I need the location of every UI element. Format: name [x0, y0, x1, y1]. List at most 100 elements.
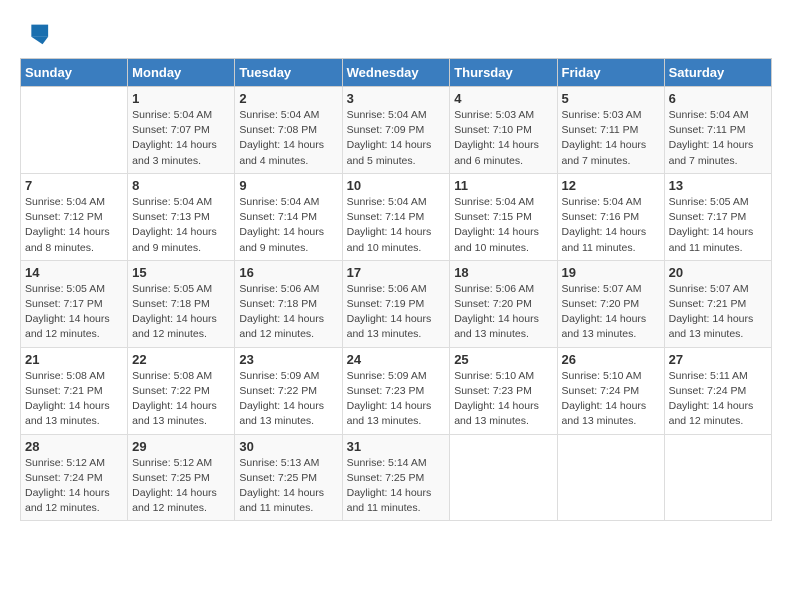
- calendar-header: SundayMondayTuesdayWednesdayThursdayFrid…: [21, 59, 772, 87]
- day-number: 18: [454, 265, 552, 280]
- calendar-cell: 13Sunrise: 5:05 AMSunset: 7:17 PMDayligh…: [664, 173, 771, 260]
- day-detail: Sunrise: 5:04 AMSunset: 7:08 PMDaylight:…: [239, 108, 337, 169]
- calendar-week-row: 14 Sunrise: 5:05 AMSunset: 7:17 PMDayligh…: [21, 260, 772, 347]
- day-detail: Sunrise: 5:04 AMSunset: 7:11 PMDaylight:…: [669, 108, 767, 169]
- day-number: 26: [562, 352, 660, 367]
- day-number: 7: [25, 178, 123, 193]
- logo: [20, 20, 50, 48]
- day-detail: Sunrise: 5:06 AMSunset: 7:18 PMDaylight:…: [239, 282, 337, 343]
- calendar-cell: 10 Sunrise: 5:04 AMSunset: 7:14 PMDayligh…: [342, 173, 450, 260]
- day-number: 29: [132, 439, 230, 454]
- day-detail: Sunrise: 5:07 AMSunset: 7:21 PMDaylight:…: [669, 282, 767, 343]
- day-number: 13: [669, 178, 767, 193]
- weekday-header: Wednesday: [342, 59, 450, 87]
- day-detail: Sunrise: 5:06 AMSunset: 7:19 PMDaylight:…: [347, 282, 446, 343]
- day-detail: Sunrise: 5:12 AMSunset: 7:25 PMDaylight:…: [132, 456, 230, 517]
- day-number: 2: [239, 91, 337, 106]
- day-detail: Sunrise: 5:13 AMSunset: 7:25 PMDaylight:…: [239, 456, 337, 517]
- day-detail: Sunrise: 5:06 AMSunset: 7:20 PMDaylight:…: [454, 282, 552, 343]
- day-number: 24: [347, 352, 446, 367]
- calendar-cell: 9 Sunrise: 5:04 AMSunset: 7:14 PMDaylight…: [235, 173, 342, 260]
- calendar-cell: 4Sunrise: 5:03 AMSunset: 7:10 PMDaylight…: [450, 87, 557, 174]
- calendar-cell: 18 Sunrise: 5:06 AMSunset: 7:20 PMDayligh…: [450, 260, 557, 347]
- calendar-cell: 30 Sunrise: 5:13 AMSunset: 7:25 PMDayligh…: [235, 434, 342, 521]
- calendar-week-row: 1 Sunrise: 5:04 AMSunset: 7:07 PMDaylight…: [21, 87, 772, 174]
- calendar-cell: 22 Sunrise: 5:08 AMSunset: 7:22 PMDayligh…: [128, 347, 235, 434]
- day-detail: Sunrise: 5:10 AMSunset: 7:23 PMDaylight:…: [454, 369, 552, 430]
- day-number: 6: [669, 91, 767, 106]
- day-detail: Sunrise: 5:04 AMSunset: 7:14 PMDaylight:…: [347, 195, 446, 256]
- day-detail: Sunrise: 5:08 AMSunset: 7:21 PMDaylight:…: [25, 369, 123, 430]
- weekday-header: Thursday: [450, 59, 557, 87]
- day-number: 14: [25, 265, 123, 280]
- calendar-cell: 5 Sunrise: 5:03 AMSunset: 7:11 PMDaylight…: [557, 87, 664, 174]
- calendar-cell: 27 Sunrise: 5:11 AMSunset: 7:24 PMDayligh…: [664, 347, 771, 434]
- day-detail: Sunrise: 5:08 AMSunset: 7:22 PMDaylight:…: [132, 369, 230, 430]
- day-detail: Sunrise: 5:05 AMSunset: 7:17 PMDaylight:…: [25, 282, 123, 343]
- calendar-cell: 23Sunrise: 5:09 AMSunset: 7:22 PMDayligh…: [235, 347, 342, 434]
- day-detail: Sunrise: 5:14 AMSunset: 7:25 PMDaylight:…: [347, 456, 446, 517]
- calendar-cell: [450, 434, 557, 521]
- day-number: 31: [347, 439, 446, 454]
- calendar-cell: 15Sunrise: 5:05 AMSunset: 7:18 PMDayligh…: [128, 260, 235, 347]
- calendar-table: SundayMondayTuesdayWednesdayThursdayFrid…: [20, 58, 772, 521]
- page-header: [20, 20, 772, 48]
- day-detail: Sunrise: 5:04 AMSunset: 7:13 PMDaylight:…: [132, 195, 230, 256]
- calendar-cell: [21, 87, 128, 174]
- day-number: 30: [239, 439, 337, 454]
- day-number: 25: [454, 352, 552, 367]
- day-detail: Sunrise: 5:04 AMSunset: 7:15 PMDaylight:…: [454, 195, 552, 256]
- weekday-header: Saturday: [664, 59, 771, 87]
- day-detail: Sunrise: 5:12 AMSunset: 7:24 PMDaylight:…: [25, 456, 123, 517]
- day-number: 1: [132, 91, 230, 106]
- calendar-cell: 25 Sunrise: 5:10 AMSunset: 7:23 PMDayligh…: [450, 347, 557, 434]
- day-number: 17: [347, 265, 446, 280]
- calendar-cell: 11Sunrise: 5:04 AMSunset: 7:15 PMDayligh…: [450, 173, 557, 260]
- calendar-cell: 17 Sunrise: 5:06 AMSunset: 7:19 PMDayligh…: [342, 260, 450, 347]
- calendar-cell: [664, 434, 771, 521]
- day-detail: Sunrise: 5:04 AMSunset: 7:09 PMDaylight:…: [347, 108, 446, 169]
- day-number: 10: [347, 178, 446, 193]
- day-detail: Sunrise: 5:04 AMSunset: 7:07 PMDaylight:…: [132, 108, 230, 169]
- day-detail: Sunrise: 5:04 AMSunset: 7:16 PMDaylight:…: [562, 195, 660, 256]
- calendar-cell: 24 Sunrise: 5:09 AMSunset: 7:23 PMDayligh…: [342, 347, 450, 434]
- calendar-week-row: 21 Sunrise: 5:08 AMSunset: 7:21 PMDayligh…: [21, 347, 772, 434]
- day-detail: Sunrise: 5:03 AMSunset: 7:11 PMDaylight:…: [562, 108, 660, 169]
- day-detail: Sunrise: 5:04 AMSunset: 7:14 PMDaylight:…: [239, 195, 337, 256]
- day-number: 4: [454, 91, 552, 106]
- calendar-cell: 16 Sunrise: 5:06 AMSunset: 7:18 PMDayligh…: [235, 260, 342, 347]
- logo-icon: [22, 20, 50, 48]
- day-number: 16: [239, 265, 337, 280]
- calendar-cell: 14 Sunrise: 5:05 AMSunset: 7:17 PMDayligh…: [21, 260, 128, 347]
- day-number: 8: [132, 178, 230, 193]
- calendar-cell: 12 Sunrise: 5:04 AMSunset: 7:16 PMDayligh…: [557, 173, 664, 260]
- day-detail: Sunrise: 5:11 AMSunset: 7:24 PMDaylight:…: [669, 369, 767, 430]
- calendar-cell: 21 Sunrise: 5:08 AMSunset: 7:21 PMDayligh…: [21, 347, 128, 434]
- day-detail: Sunrise: 5:07 AMSunset: 7:20 PMDaylight:…: [562, 282, 660, 343]
- day-detail: Sunrise: 5:05 AMSunset: 7:18 PMDaylight:…: [132, 282, 230, 343]
- day-number: 19: [562, 265, 660, 280]
- day-detail: Sunrise: 5:04 AMSunset: 7:12 PMDaylight:…: [25, 195, 123, 256]
- weekday-header: Sunday: [21, 59, 128, 87]
- weekday-header: Friday: [557, 59, 664, 87]
- day-number: 21: [25, 352, 123, 367]
- day-number: 20: [669, 265, 767, 280]
- day-number: 22: [132, 352, 230, 367]
- calendar-cell: 2 Sunrise: 5:04 AMSunset: 7:08 PMDaylight…: [235, 87, 342, 174]
- day-number: 28: [25, 439, 123, 454]
- day-number: 12: [562, 178, 660, 193]
- calendar-cell: 31 Sunrise: 5:14 AMSunset: 7:25 PMDayligh…: [342, 434, 450, 521]
- calendar-cell: 26Sunrise: 5:10 AMSunset: 7:24 PMDayligh…: [557, 347, 664, 434]
- calendar-cell: [557, 434, 664, 521]
- day-number: 23: [239, 352, 337, 367]
- day-number: 9: [239, 178, 337, 193]
- weekday-header: Monday: [128, 59, 235, 87]
- day-number: 27: [669, 352, 767, 367]
- day-detail: Sunrise: 5:09 AMSunset: 7:23 PMDaylight:…: [347, 369, 446, 430]
- calendar-cell: 7 Sunrise: 5:04 AMSunset: 7:12 PMDaylight…: [21, 173, 128, 260]
- day-number: 5: [562, 91, 660, 106]
- day-number: 3: [347, 91, 446, 106]
- calendar-week-row: 28 Sunrise: 5:12 AMSunset: 7:24 PMDayligh…: [21, 434, 772, 521]
- calendar-cell: 6 Sunrise: 5:04 AMSunset: 7:11 PMDaylight…: [664, 87, 771, 174]
- calendar-cell: 20 Sunrise: 5:07 AMSunset: 7:21 PMDayligh…: [664, 260, 771, 347]
